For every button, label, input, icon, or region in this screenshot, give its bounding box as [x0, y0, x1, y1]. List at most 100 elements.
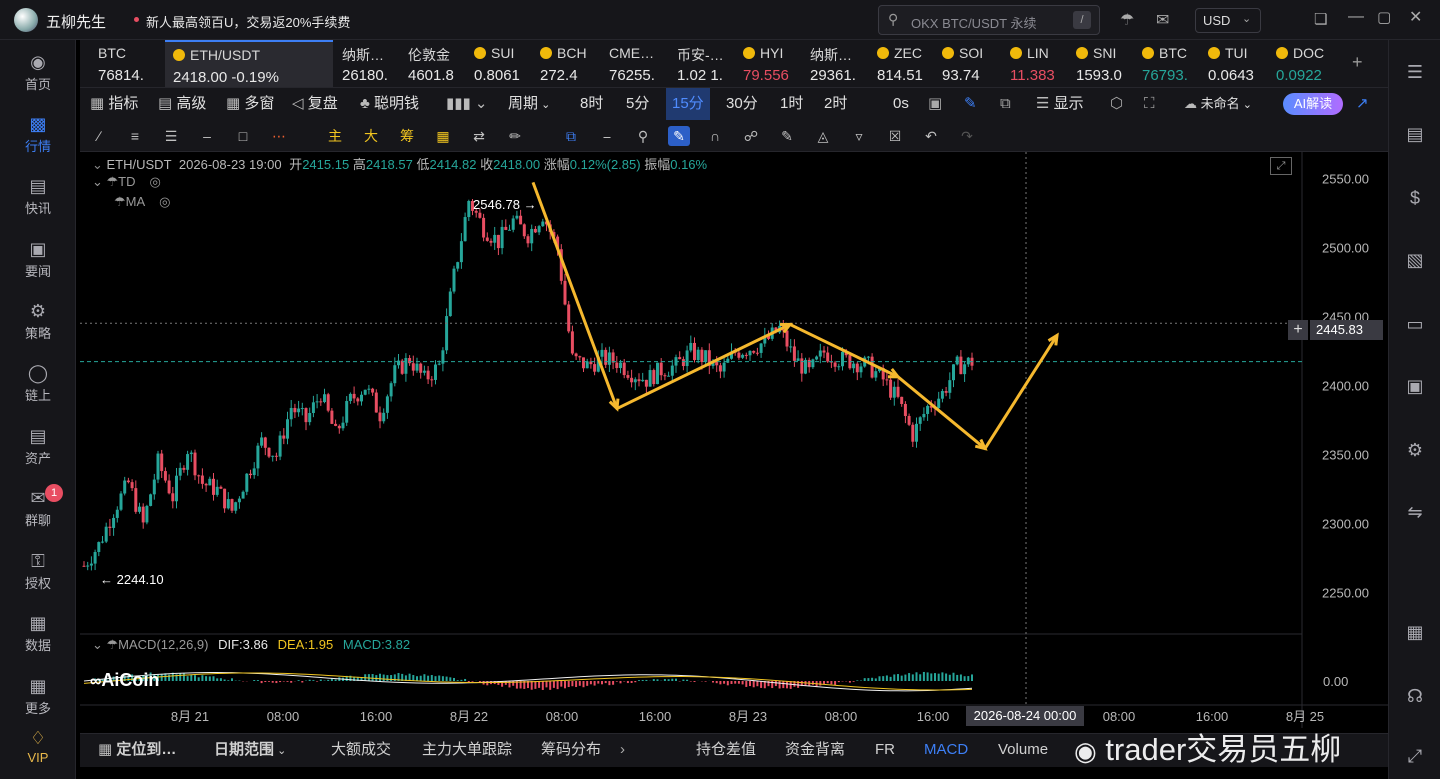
minimize-icon[interactable]: —	[1348, 8, 1364, 26]
bottom-tab[interactable]: Volume	[998, 734, 1048, 766]
date-range-select[interactable]: 日期范围 ⌄	[214, 734, 286, 766]
eraser-tool-icon[interactable]: ◬	[812, 126, 834, 146]
copy-tool-icon[interactable]: ⧉	[560, 126, 582, 146]
bottom-tab[interactable]: FR	[875, 734, 895, 766]
ticker-item[interactable]: 币安-… 1.02 1.	[677, 40, 737, 87]
watchlist-icon[interactable]: ☰	[1403, 60, 1427, 84]
chevron-right-icon[interactable]: ›	[620, 734, 625, 766]
channel-tool-icon[interactable]: ≡	[124, 126, 146, 146]
orderbook-icon[interactable]: ▤	[1403, 122, 1427, 146]
sidebar-item-headlines[interactable]: ▣ 要闻	[0, 239, 76, 280]
sidebar-item-strategy[interactable]: ⚙ 策略	[0, 301, 76, 342]
exchange-icon[interactable]: ⇋	[1403, 500, 1427, 524]
draw-tool-icon[interactable]: ✎	[668, 126, 690, 146]
promo-link[interactable]: 新人最高领百U，交易返20%手续费	[146, 12, 350, 31]
chip-tool[interactable]: 筹	[396, 126, 418, 146]
main-force-tool[interactable]: 主	[324, 126, 346, 146]
sidebar-item-news[interactable]: ▤ 快讯	[0, 176, 76, 217]
pen-icon[interactable]: ✎	[964, 88, 977, 120]
sidebar-item-market[interactable]: ▩ 行情	[0, 114, 76, 155]
zoom-tool-icon[interactable]: ⚲	[632, 126, 654, 146]
layout-icon[interactable]: ▦	[1403, 620, 1427, 644]
layout-name-select[interactable]: ☁ 未命名 ⌄	[1184, 88, 1252, 120]
analysis-icon[interactable]: ▧	[1403, 248, 1427, 272]
chart-area[interactable]: 2550.00 2500.00 2450.00 2400.00 2350.00 2300.…	[80, 152, 1388, 728]
bottom-tab[interactable]: 主力大单跟踪	[422, 734, 512, 766]
ticker-item[interactable]: BTC 76814.	[98, 40, 156, 87]
ticker-item[interactable]: BCH 272.4	[540, 40, 600, 87]
magnet-tool-icon[interactable]: ∩	[704, 126, 726, 146]
sidebar-item-auth[interactable]: ⚿ 授权	[0, 551, 76, 592]
rect-tool-icon[interactable]: □	[232, 126, 254, 146]
indicators-button[interactable]: ▦ 指标	[90, 88, 138, 120]
ruler-tool-icon[interactable]: ⎯	[596, 126, 618, 146]
robot-icon[interactable]: ⚙	[1403, 438, 1427, 462]
interval-2时[interactable]: 2时	[824, 88, 847, 120]
restore-icon[interactable]: ❏	[1314, 10, 1327, 28]
td-indicator[interactable]: ⌄ ☂TD ◎	[92, 174, 161, 190]
advanced-button[interactable]: ▤ 高级	[158, 88, 206, 120]
camera-icon[interactable]: ▣	[928, 88, 942, 120]
ticker-item[interactable]: DOC 0.0922	[1276, 40, 1336, 87]
ticker-item[interactable]: 纳斯… 29361.	[810, 40, 870, 87]
mail-icon[interactable]: ✉	[1156, 10, 1169, 30]
sidebar-item-home[interactable]: ◉ 首页	[0, 52, 76, 93]
interval-1时[interactable]: 1时	[780, 88, 803, 120]
ticker-item[interactable]: SOI 93.74	[942, 40, 1002, 87]
ticker-item[interactable]: CME… 76255.	[609, 40, 671, 87]
bottom-tab[interactable]: 大额成交	[331, 734, 391, 766]
smart-money-button[interactable]: ♣ 聪明钱	[360, 88, 419, 120]
bottom-tab[interactable]: 持仓差值	[696, 734, 756, 766]
sidebar-item-data[interactable]: ▦ 数据	[0, 613, 76, 654]
bottom-tab[interactable]: 筹码分布	[541, 734, 601, 766]
swap-tool-icon[interactable]: ⇄	[468, 126, 490, 146]
currency-select[interactable]: USD ⌄	[1195, 8, 1261, 33]
ticker-item[interactable]: HYI 79.556	[743, 40, 803, 87]
maximize-icon[interactable]: ▢	[1377, 8, 1391, 26]
hline-tool-icon[interactable]: –	[196, 126, 218, 146]
search-box[interactable]: ⚲ OKX BTC/USDT 永续 /	[878, 5, 1100, 35]
ticker-item[interactable]: TUI 0.0643	[1208, 40, 1268, 87]
redo-icon[interactable]: ↷	[956, 126, 978, 146]
sidebar-item-vip[interactable]: ♢ VIP	[0, 728, 76, 765]
close-icon[interactable]: ✕	[1409, 7, 1422, 27]
display-button[interactable]: ☰ 显示	[1036, 88, 1084, 120]
funds-icon[interactable]: $	[1403, 186, 1427, 210]
bell-icon[interactable]: ☂	[1120, 10, 1134, 30]
ticker-item[interactable]: LIN 11.383	[1010, 40, 1070, 87]
share-icon[interactable]: ⧉	[1000, 88, 1011, 120]
bottom-tab[interactable]: 资金背离	[785, 734, 845, 766]
line-tool-icon[interactable]: ∕	[88, 126, 110, 146]
sidebar-item-more[interactable]: ▦ 更多	[0, 676, 76, 717]
edit-tool-icon[interactable]: ✎	[776, 126, 798, 146]
interval-8时[interactable]: 8时	[580, 88, 603, 120]
expand-chart-icon[interactable]: ⤢	[1270, 157, 1292, 175]
bs-tool-icon[interactable]: ▦	[432, 126, 454, 146]
trash-tool-icon[interactable]: ☒	[884, 126, 906, 146]
ticker-item[interactable]: SUI 0.8061	[474, 40, 534, 87]
dots-tool-icon[interactable]: ⋯	[268, 126, 290, 146]
ticker-item[interactable]: SNI 1593.0	[1076, 40, 1136, 87]
trend-icon[interactable]: ↗	[1356, 88, 1369, 120]
big-order-tool[interactable]: 大	[360, 126, 382, 146]
undo-icon[interactable]: ↶	[920, 126, 942, 146]
ticker-item[interactable]: ZEC 814.51	[877, 40, 937, 87]
chart-type-icon[interactable]: ▮▮▮ ⌄	[446, 88, 488, 120]
expand-icon[interactable]: ⤢	[1403, 744, 1427, 768]
settings-icon[interactable]: ⬡	[1110, 88, 1123, 120]
lock-tool-icon[interactable]: ☍	[740, 126, 762, 146]
ma-indicator[interactable]: ☂MA ◎	[114, 194, 171, 210]
ticker-item[interactable]: 纳斯… 26180.	[342, 40, 402, 87]
monitor-icon[interactable]: ▭	[1403, 312, 1427, 336]
fullscreen-icon[interactable]: ⛶	[1144, 88, 1155, 120]
ticker-item[interactable]: 伦敦金 4601.8	[408, 40, 468, 87]
ai-interpret-button[interactable]: AI解读	[1283, 93, 1343, 115]
interval-30分[interactable]: 30分	[726, 88, 758, 120]
locate-button[interactable]: ▦ 定位到…	[98, 734, 176, 766]
period-select[interactable]: 周期 ⌄	[508, 88, 550, 120]
sidebar-item-assets[interactable]: ▤ 资产	[0, 426, 76, 467]
sidebar-item-chat[interactable]: ✉ 群聊 1	[0, 484, 76, 529]
brush-tool-icon[interactable]: ✏	[504, 126, 526, 146]
support-icon[interactable]: ☊	[1403, 684, 1427, 708]
filter-tool-icon[interactable]: ▿	[848, 126, 870, 146]
